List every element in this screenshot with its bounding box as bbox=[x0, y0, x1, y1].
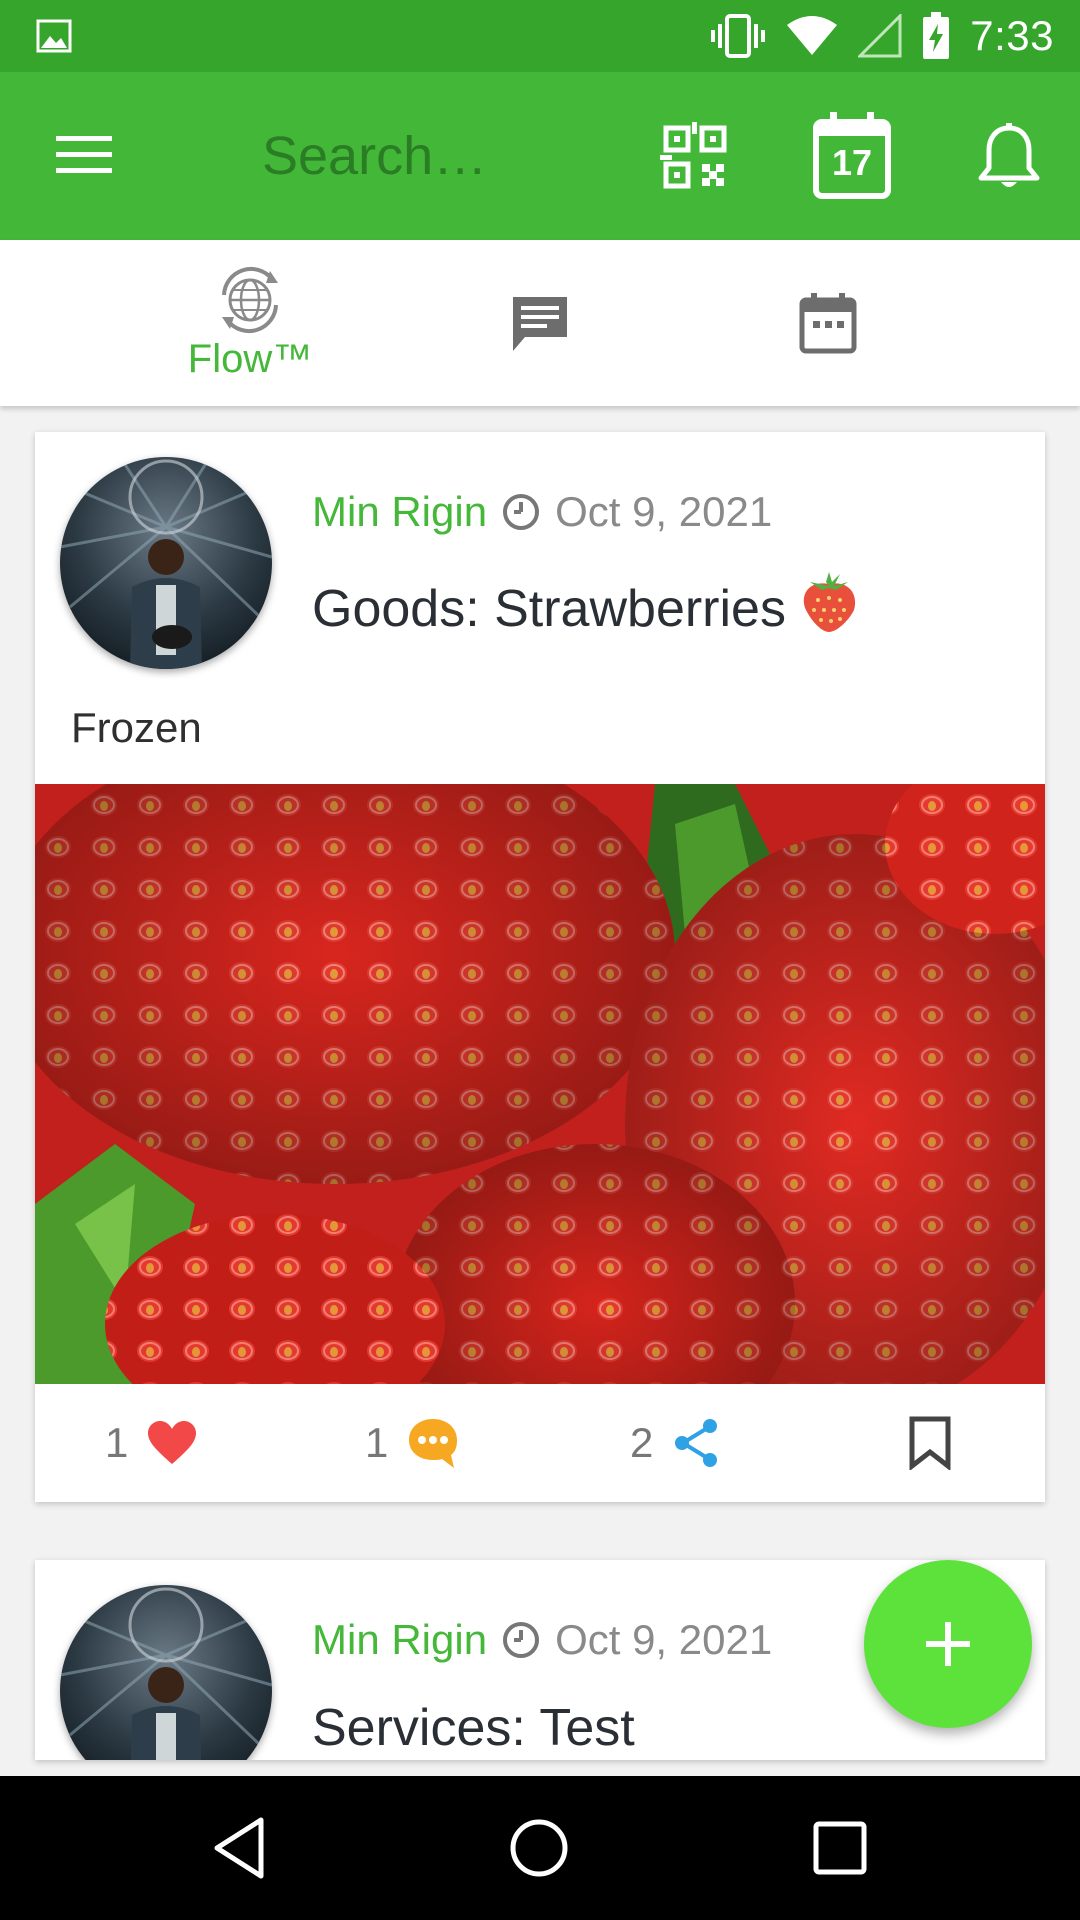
post-image[interactable] bbox=[35, 784, 1045, 1384]
share-button[interactable]: 2 bbox=[630, 1384, 721, 1502]
battery-charging-icon bbox=[923, 12, 950, 59]
comment-icon bbox=[409, 1419, 458, 1468]
strawberry-icon bbox=[803, 572, 856, 632]
menu-icon[interactable] bbox=[52, 122, 116, 186]
app-screen: 7:33 Search… 17 Flow™ Min Rigin Oct 9, 2… bbox=[0, 0, 1080, 1920]
tab-flow[interactable]: Flow™ bbox=[150, 240, 350, 406]
status-time: 7:33 bbox=[970, 12, 1054, 59]
wifi-icon bbox=[787, 16, 838, 55]
tab-flow-label: Flow™ bbox=[187, 336, 313, 381]
post-date: Oct 9, 2021 bbox=[555, 1616, 773, 1663]
share-icon bbox=[675, 1419, 718, 1467]
post-title-text: Services: Test bbox=[312, 1699, 635, 1757]
author-name[interactable]: Min Rigin bbox=[312, 488, 487, 536]
image-icon bbox=[36, 19, 72, 53]
comment-count: 1 bbox=[365, 1419, 389, 1466]
post-card[interactable]: Min Rigin Oct 9, 2021 Goods: Strawberrie… bbox=[35, 432, 1045, 1502]
heart-icon bbox=[148, 1421, 197, 1464]
avatar-photo bbox=[60, 1585, 272, 1760]
home-icon[interactable] bbox=[503, 1812, 575, 1884]
tab-chat[interactable] bbox=[480, 240, 600, 406]
strawberries-photo bbox=[35, 784, 1045, 1384]
qr-code-icon[interactable] bbox=[660, 122, 730, 192]
bookmark-icon bbox=[909, 1416, 951, 1470]
recent-apps-icon[interactable] bbox=[804, 1812, 876, 1884]
like-button[interactable]: 1 bbox=[105, 1384, 198, 1502]
search-input[interactable] bbox=[262, 116, 592, 196]
tab-bar: Flow™ bbox=[0, 240, 1080, 406]
post-title-text: Goods: Strawberries bbox=[312, 580, 786, 638]
avatar-photo bbox=[60, 457, 272, 669]
avatar[interactable] bbox=[60, 1585, 272, 1760]
post-description: Frozen bbox=[71, 704, 202, 751]
calendar-button[interactable]: 17 bbox=[812, 110, 892, 200]
system-nav-bar bbox=[0, 1776, 1080, 1920]
post-actions: 1 1 2 bbox=[35, 1384, 1045, 1502]
author-name[interactable]: Min Rigin bbox=[312, 1616, 487, 1664]
avatar[interactable] bbox=[60, 457, 272, 669]
globe-sync-icon bbox=[222, 266, 278, 333]
status-bar: 7:33 bbox=[0, 0, 1080, 72]
bookmark-button[interactable] bbox=[908, 1384, 952, 1502]
post-meta: Min Rigin Oct 9, 2021 bbox=[312, 484, 772, 540]
comment-button[interactable]: 1 bbox=[365, 1384, 460, 1502]
add-post-button[interactable] bbox=[864, 1560, 1032, 1728]
tab-calendar[interactable] bbox=[768, 240, 888, 406]
plus-icon bbox=[926, 1622, 970, 1666]
post-title: Services: Test bbox=[312, 1698, 635, 1758]
like-count: 1 bbox=[105, 1419, 129, 1466]
post-date: Oct 9, 2021 bbox=[555, 488, 773, 535]
back-icon[interactable] bbox=[205, 1812, 277, 1884]
clock-icon bbox=[503, 494, 540, 530]
post-title: Goods: Strawberries bbox=[312, 570, 862, 639]
app-bar: 17 bbox=[0, 72, 1080, 240]
cell-signal-icon bbox=[858, 14, 902, 58]
vibrate-icon bbox=[711, 14, 766, 58]
clock-icon bbox=[503, 1622, 540, 1658]
chat-icon bbox=[513, 297, 567, 351]
calendar-icon bbox=[799, 293, 857, 354]
share-count: 2 bbox=[630, 1419, 654, 1466]
post-meta: Min Rigin Oct 9, 2021 bbox=[312, 1612, 772, 1668]
bell-icon[interactable] bbox=[976, 122, 1042, 192]
calendar-day: 17 bbox=[831, 142, 873, 183]
